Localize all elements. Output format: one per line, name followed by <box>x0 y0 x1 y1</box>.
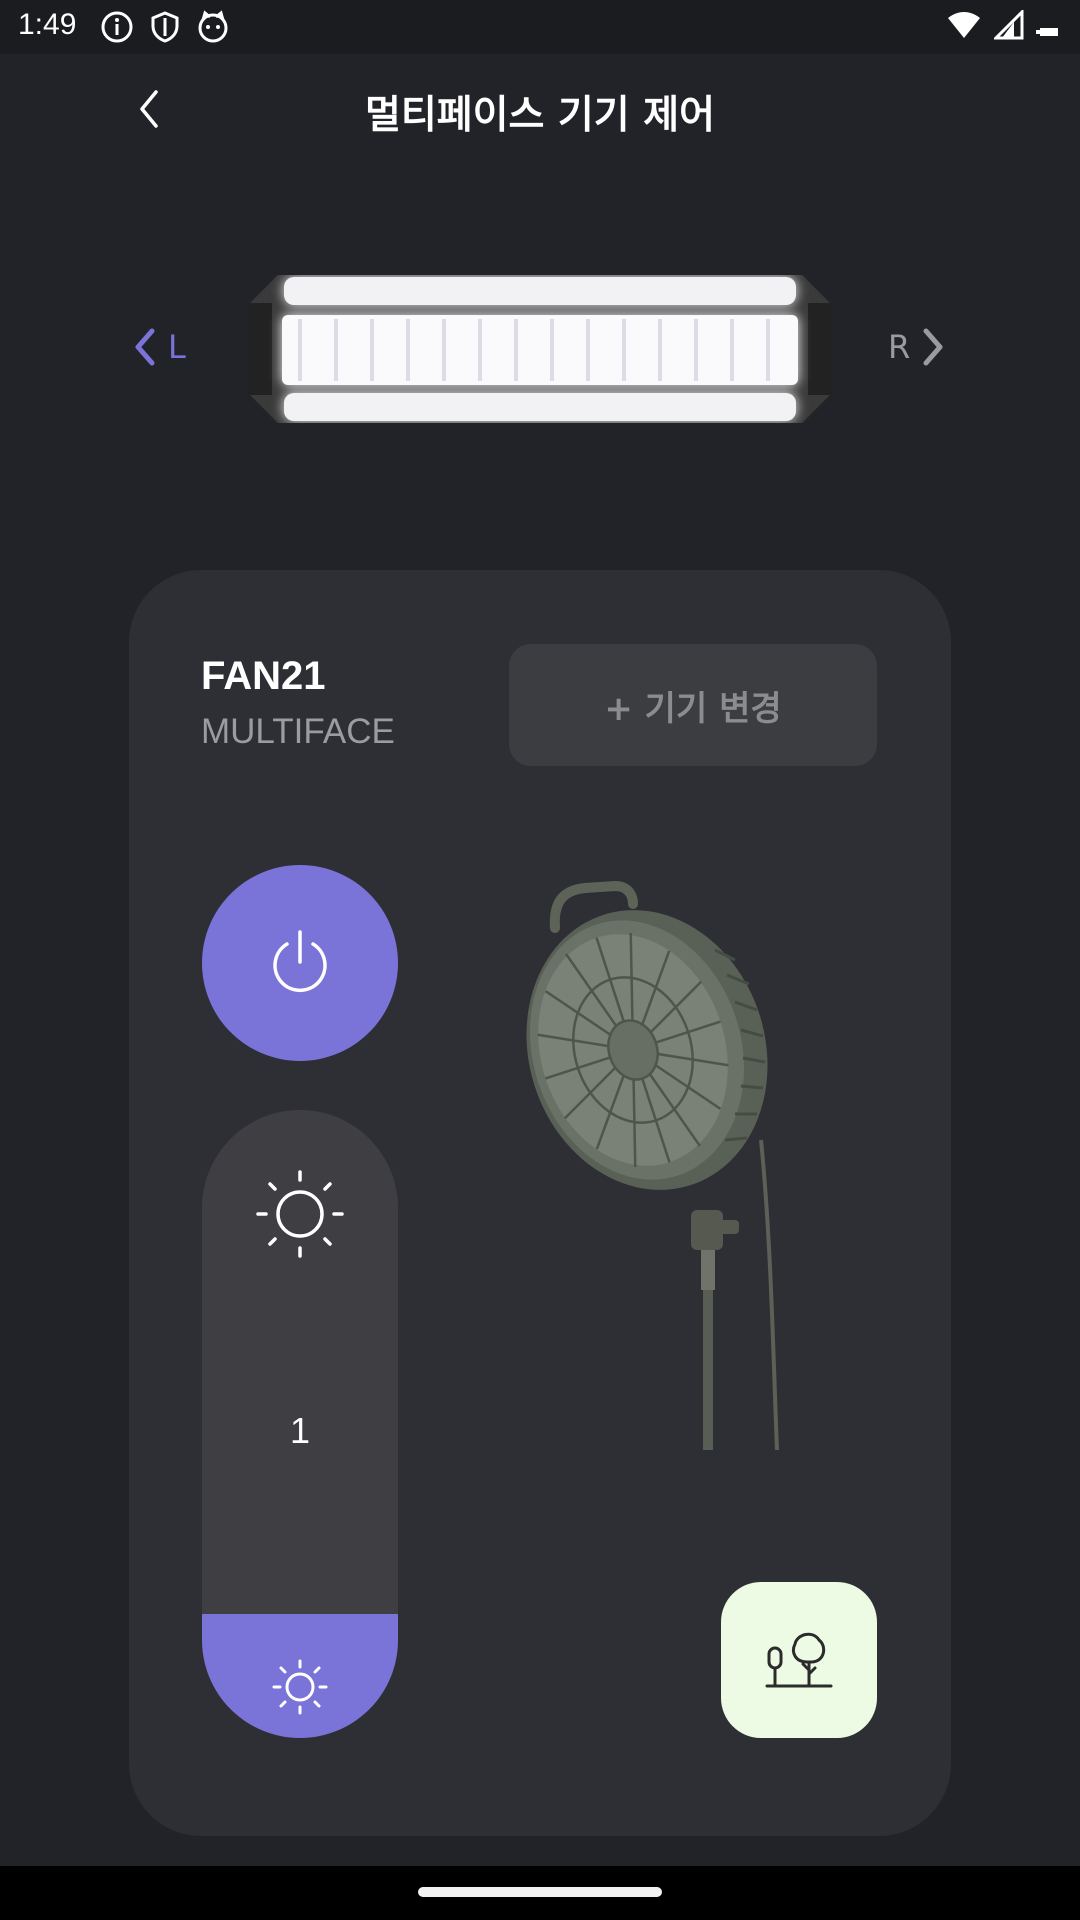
device-name: FAN21 <box>201 654 326 698</box>
signal-icon <box>994 10 1024 40</box>
chevron-right-icon <box>923 328 943 366</box>
status-icons-left <box>100 10 230 44</box>
nav-right-button[interactable]: R <box>888 327 946 367</box>
nav-left-label: L <box>168 328 186 366</box>
trees-icon <box>765 1632 833 1688</box>
brightness-slider[interactable]: 1 <box>202 1110 398 1738</box>
fan-product-image <box>526 880 779 1451</box>
device-model: MULTIFACE <box>201 712 395 751</box>
brightness-value: 1 <box>289 1410 311 1451</box>
sun-icon <box>256 1170 344 1258</box>
change-device-button[interactable]: + 기기 변경 <box>509 644 877 766</box>
home-indicator[interactable] <box>418 1887 662 1897</box>
wifi-icon <box>948 12 980 38</box>
status-bar: 1:49 <box>0 0 1080 54</box>
info-icon <box>101 11 133 43</box>
scene-button[interactable] <box>721 1582 877 1738</box>
status-icons-right <box>946 10 1060 40</box>
nav-right-label: R <box>888 328 911 366</box>
power-icon <box>273 930 327 993</box>
page-title: 멀티페이스 기기 제어 <box>364 93 716 138</box>
battery-icon <box>1036 28 1058 36</box>
status-time: 1:49 <box>18 8 77 41</box>
chevron-left-icon <box>135 328 155 366</box>
shield-icon <box>151 11 179 43</box>
sun-small-icon <box>272 1659 328 1715</box>
lantern-preview-image <box>248 275 832 423</box>
nav-left-button[interactable]: L <box>132 327 186 367</box>
cat-icon <box>198 10 228 43</box>
power-button[interactable] <box>202 865 398 1061</box>
